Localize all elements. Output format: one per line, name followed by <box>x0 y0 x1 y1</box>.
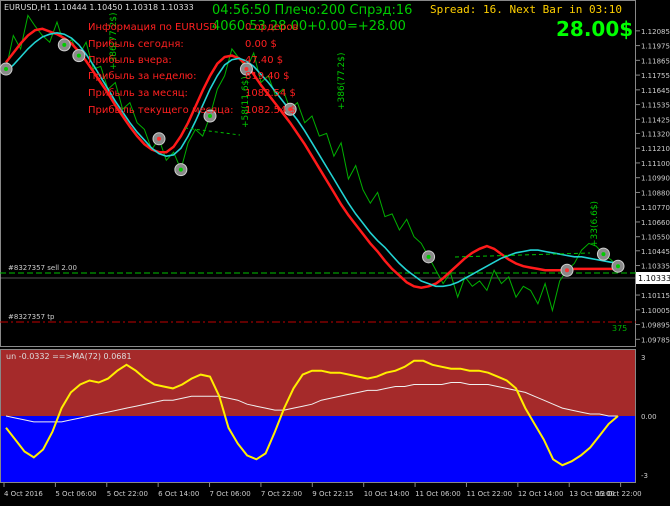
price-tick-label: 1.11645 <box>641 87 670 95</box>
spread-status: Spread: 16. Next Bar in 03:10 <box>430 3 622 16</box>
info-label: Прибыль вчера: <box>88 55 172 66</box>
time-tick-label: 11 Oct 22:00 <box>466 490 512 498</box>
time-tick-label: 7 Oct 22:00 <box>261 490 302 498</box>
info-value: 1082.54 $ <box>245 105 296 116</box>
price-tick-label: 1.10005 <box>641 307 670 315</box>
chart-svg[interactable]: 1.12085 1.11975 1.11865 1.11755 1.11645 1.115… <box>0 0 670 502</box>
trade-label: +386(77.2$) <box>337 52 347 110</box>
price-axis[interactable]: 1.12085 1.11975 1.11865 1.11755 1.11645 1.115… <box>636 28 670 344</box>
trade-marker-icon <box>560 263 574 277</box>
trade-label: +33(6.6$) <box>590 201 600 247</box>
price-tick-label: 1.10880 <box>641 189 670 197</box>
info-value: 0 ордеров <box>245 22 299 33</box>
time-tick-label: 5 Oct 22:00 <box>107 490 148 498</box>
info-label: Информация по EURUSD <box>88 22 217 33</box>
price-tick-label: 1.11865 <box>641 57 670 65</box>
price-tick-label: 1.11320 <box>641 130 670 138</box>
price-badge-text: 1.10333 <box>638 274 670 283</box>
trade-marker-icon <box>0 62 13 76</box>
trade-marker-icon <box>611 259 625 273</box>
info-label: Прибыль текущего месяца: <box>88 105 233 116</box>
profit-big: 28.00$ <box>556 17 633 41</box>
trade-label: +58(11.6$) <box>241 76 251 128</box>
price-tick-label: 1.11975 <box>641 43 670 51</box>
price-tick-label: 1.10445 <box>641 248 670 256</box>
info-label: Прибыль сегодня: <box>88 39 184 50</box>
time-tick-label: 12 Oct 14:00 <box>518 490 564 498</box>
trade-marker-icon <box>174 163 188 177</box>
indicator-negative-zone <box>0 416 636 483</box>
time-axis[interactable]: 4 Oct 2016 5 Oct 06:00 5 Oct 22:00 6 Oct 14… <box>3 483 642 498</box>
info-value: 819.40 $ <box>245 71 290 82</box>
trade-marker-icon <box>152 132 166 146</box>
price-tick-label: 1.11535 <box>641 102 670 110</box>
time-tick-label: 11 Oct 06:00 <box>415 490 461 498</box>
price-tick-label: 1.10660 <box>641 219 670 227</box>
price-tick-label: 1.12085 <box>641 28 670 36</box>
trade-marker-icon <box>57 38 71 52</box>
price-tick-label: 1.10550 <box>641 234 670 242</box>
price-tick-label: 1.11210 <box>641 145 670 153</box>
main-plot-area[interactable] <box>0 0 636 346</box>
price-tick-label: 1.11755 <box>641 72 670 80</box>
indicator-tick-label: -3 <box>641 472 648 480</box>
indicator-tick-label: 3 <box>641 354 645 362</box>
info-label: Прибыль за месяц: <box>88 88 188 99</box>
trade-marker-icon <box>596 247 610 261</box>
price-tick-label: 1.10115 <box>641 292 670 300</box>
chart-window[interactable]: 1.12085 1.11975 1.11865 1.11755 1.11645 1.115… <box>0 0 670 502</box>
indicator-axis: 3 0.00 -3 <box>641 354 657 480</box>
price-tick-label: 1.11100 <box>641 160 670 168</box>
tp-right-label: 375 <box>612 324 627 333</box>
price-tick-label: 1.10990 <box>641 175 670 183</box>
time-tick-label: 5 Oct 06:00 <box>55 490 96 498</box>
trade-marker-icon <box>422 250 436 264</box>
price-tick-label: 1.09895 <box>641 322 670 330</box>
price-tick-label: 1.09785 <box>641 336 670 344</box>
price-tick-label: 1.10770 <box>641 204 670 212</box>
symbol-header: EURUSD,H1 1.10444 1.10450 1.10318 1.1033… <box>4 3 194 12</box>
price-tick-label: 1.10335 <box>641 263 670 271</box>
time-tick-label: 6 Oct 14:00 <box>158 490 199 498</box>
info-value: 47.40 $ <box>245 55 283 66</box>
indicator-header: un -0.0332 ==>MA(72) 0.0681 <box>6 352 132 361</box>
info-value: 1082.54 $ <box>245 88 296 99</box>
time-tick-label: 7 Oct 06:00 <box>210 490 251 498</box>
time-tick-label: 13 Oct 22:00 <box>596 490 642 498</box>
price-tick-label: 1.11425 <box>641 116 670 124</box>
indicator-tick-label: 0.00 <box>641 413 657 421</box>
top-status-line2: 4060.53 28.00+0.00=+28.00 <box>212 19 406 34</box>
trade-marker-icon <box>72 49 86 63</box>
sell-order-label: #8327357 sell 2.00 <box>8 264 77 272</box>
time-tick-label: 4 Oct 2016 <box>4 490 43 498</box>
tp-order-label: #8327357 tp <box>8 313 55 321</box>
time-tick-label: 10 Oct 14:00 <box>364 490 410 498</box>
info-value: 0.00 $ <box>245 39 277 50</box>
time-tick-label: 9 Oct 22:15 <box>312 490 353 498</box>
top-status-line1: 04:56:50 Плечо:200 Спрэд:16 <box>212 3 412 18</box>
info-label: Прибыль за неделю: <box>88 71 196 82</box>
